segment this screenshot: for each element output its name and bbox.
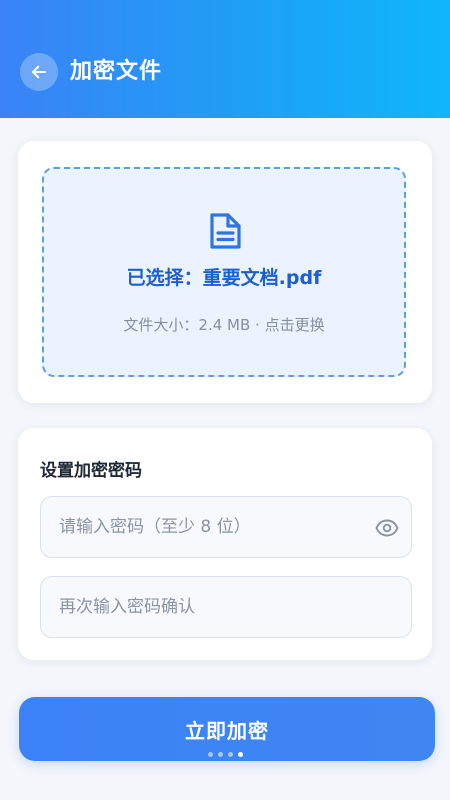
file-text-icon <box>210 213 241 249</box>
confirm-password-field <box>40 576 412 638</box>
password-card: 设置加密密码 <box>18 428 432 660</box>
file-card: 已选择：重要文档.pdf 文件大小：2.4 MB · 点击更换 <box>18 141 432 403</box>
confirm-password-input[interactable] <box>41 577 411 637</box>
password-section-title: 设置加密密码 <box>40 461 142 481</box>
password-input[interactable] <box>41 497 411 557</box>
password-field <box>40 496 412 558</box>
page-title: 加密文件 <box>70 59 163 84</box>
arrow-left-icon <box>32 65 46 79</box>
eye-icon[interactable] <box>375 516 399 540</box>
file-size-hint[interactable]: 文件大小：2.4 MB · 点击更换 <box>44 314 404 335</box>
page-indicator <box>0 752 450 757</box>
page-dot <box>227 752 233 757</box>
page-dot <box>207 752 213 757</box>
file-dropzone[interactable]: 已选择：重要文档.pdf 文件大小：2.4 MB · 点击更换 <box>42 167 406 377</box>
page-dot <box>237 752 243 757</box>
app-header: 加密文件 <box>0 0 450 118</box>
back-button[interactable] <box>20 53 58 91</box>
page-dot <box>217 752 223 757</box>
selected-file-name: 已选择：重要文档.pdf <box>126 267 322 289</box>
